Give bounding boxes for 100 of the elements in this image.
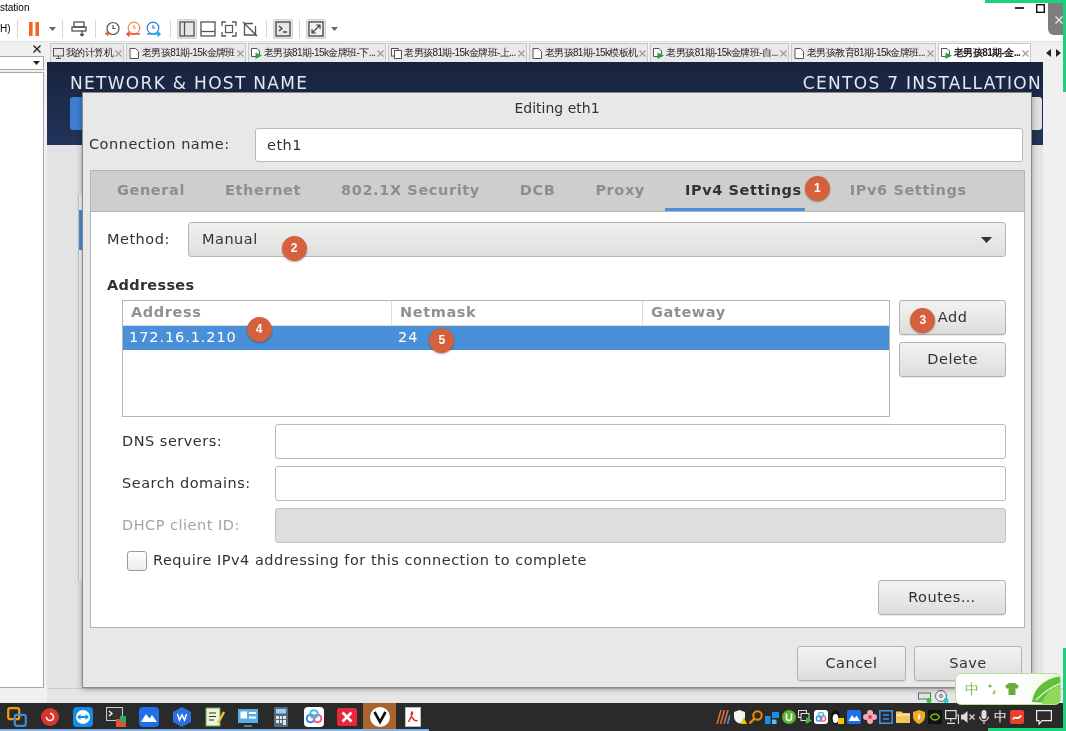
notepad-icon bbox=[204, 707, 225, 727]
windows-icon[interactable] bbox=[797, 710, 812, 724]
blocks-icon[interactable] bbox=[765, 710, 780, 724]
caret-icon bbox=[33, 61, 40, 65]
terminal-icon bbox=[105, 707, 126, 727]
drive-icon[interactable] bbox=[918, 689, 932, 703]
document-icon bbox=[793, 47, 805, 59]
maximize-icon[interactable] bbox=[1036, 3, 1045, 13]
section-heading: Addresses bbox=[107, 276, 195, 294]
dialog-title: Editing eth1 bbox=[514, 99, 600, 117]
window-title: station bbox=[0, 2, 30, 14]
swoosh-icon[interactable] bbox=[1009, 710, 1024, 724]
circle-logo-icon bbox=[369, 707, 390, 727]
framed-square-icon[interactable] bbox=[879, 710, 894, 724]
tab[interactable]: 我的计算机 bbox=[50, 43, 124, 62]
toolbar-button[interactable] bbox=[272, 18, 293, 39]
tab[interactable]: 老男孩81期-15k模板机 bbox=[528, 43, 649, 62]
computer-arrow-icon bbox=[70, 20, 87, 37]
selection-edge bbox=[79, 210, 82, 250]
caret-icon[interactable] bbox=[330, 26, 338, 31]
toolbar-button[interactable] bbox=[305, 18, 326, 39]
document-play-icon bbox=[250, 47, 262, 59]
tab[interactable]: 老男孩81期-15k金牌班-自... bbox=[650, 43, 789, 62]
clock-icon bbox=[103, 20, 120, 37]
folder-icon[interactable] bbox=[895, 710, 910, 724]
text-field[interactable] bbox=[275, 466, 1006, 501]
network-icon[interactable] bbox=[944, 710, 959, 724]
arrows-icon bbox=[72, 707, 93, 727]
scroll-left-icon[interactable] bbox=[1046, 48, 1051, 57]
mountain-icon[interactable] bbox=[846, 710, 861, 724]
document-icon bbox=[531, 47, 543, 59]
menu-item[interactable]: H) bbox=[0, 22, 11, 35]
tab[interactable]: 老男孩81期-15k金牌班 bbox=[126, 43, 246, 62]
panel-icon bbox=[178, 20, 195, 37]
table-cell-text: 24 bbox=[398, 328, 419, 348]
text-field[interactable]: eth1 bbox=[255, 128, 1023, 162]
screen-icon bbox=[237, 707, 258, 727]
close-icon[interactable] bbox=[33, 44, 41, 53]
dropdown-field[interactable] bbox=[0, 56, 44, 70]
crossed-square-icon bbox=[241, 20, 258, 37]
tab[interactable]: 老男孩81期-15k金牌班-上... bbox=[388, 43, 527, 62]
resize-icon bbox=[307, 20, 324, 37]
stripes-icon[interactable] bbox=[716, 710, 731, 724]
mountain-icon bbox=[138, 707, 159, 727]
dialog-button[interactable]: Cancel bbox=[797, 646, 906, 681]
shell-icon bbox=[39, 707, 60, 727]
step-marker: 1 bbox=[804, 175, 830, 201]
taskbar-button[interactable] bbox=[363, 703, 396, 731]
mute-icon[interactable] bbox=[960, 710, 975, 724]
product-title: CENTOS 7 INSTALLATION bbox=[802, 75, 1042, 91]
caret-icon[interactable] bbox=[48, 26, 56, 31]
shield-icon[interactable] bbox=[911, 710, 926, 724]
toolbar-button[interactable] bbox=[218, 18, 239, 39]
checkbox[interactable] bbox=[127, 551, 147, 571]
caret-icon bbox=[981, 236, 992, 243]
toolbar-button[interactable] bbox=[68, 18, 89, 39]
scroll-right-icon[interactable] bbox=[1056, 48, 1061, 57]
routes-button[interactable]: Routes… bbox=[878, 580, 1006, 615]
rings-icon[interactable] bbox=[814, 710, 829, 724]
monitor-icon bbox=[53, 47, 64, 59]
toolbar-button[interactable] bbox=[197, 18, 218, 39]
field-label: Method: bbox=[107, 229, 171, 249]
field-label: DNS servers: bbox=[122, 431, 224, 451]
shirt-icon[interactable] bbox=[1005, 683, 1019, 695]
search-icon[interactable] bbox=[748, 710, 763, 724]
rings-icon bbox=[303, 707, 324, 727]
squares-icon bbox=[6, 707, 27, 727]
tab[interactable]: 老男孩81期-15k金牌班-下... bbox=[247, 43, 387, 62]
microphone-icon[interactable] bbox=[977, 710, 992, 724]
chip-icon[interactable] bbox=[928, 710, 943, 724]
checkbox-label: Require IPv4 addressing for this connection to complete bbox=[153, 551, 587, 571]
field-label: DHCP client ID: bbox=[122, 515, 241, 535]
notification-icon[interactable] bbox=[1036, 709, 1052, 725]
tab[interactable]: 老男孩教育81期-15k金牌班... bbox=[790, 43, 937, 62]
page-heading: NETWORK & HOST NAME bbox=[70, 75, 309, 91]
tab[interactable]: IPv4 Settings bbox=[664, 171, 805, 211]
field-label: Connection name: bbox=[89, 135, 231, 155]
disc-icon[interactable] bbox=[935, 689, 949, 703]
copy-icon bbox=[391, 47, 403, 59]
tab[interactable]: 老男孩81期-金... bbox=[938, 43, 1032, 62]
fullscreen-icon bbox=[220, 20, 237, 37]
terminal-icon bbox=[274, 20, 291, 37]
flower-icon[interactable] bbox=[863, 710, 878, 724]
toolbar-button[interactable] bbox=[176, 18, 197, 39]
document-play-icon bbox=[941, 47, 953, 59]
document-icon bbox=[402, 707, 423, 727]
circle-icon[interactable] bbox=[781, 710, 796, 724]
list-action-button[interactable]: Delete bbox=[899, 342, 1006, 377]
penguin-icon[interactable] bbox=[830, 710, 845, 724]
document-icon bbox=[129, 47, 140, 59]
document-play-icon bbox=[653, 47, 665, 59]
table-cell-text: 172.16.1.210 bbox=[129, 328, 237, 348]
shield-icon[interactable] bbox=[732, 710, 747, 724]
panel-icon bbox=[199, 20, 216, 37]
field-label: Search domains: bbox=[122, 473, 252, 493]
close-icon bbox=[1055, 15, 1063, 24]
hexagon-icon bbox=[171, 707, 192, 727]
text-field[interactable] bbox=[275, 424, 1006, 459]
cross-icon bbox=[336, 707, 357, 727]
input-mode-label[interactable]: 中 bbox=[993, 710, 1008, 724]
